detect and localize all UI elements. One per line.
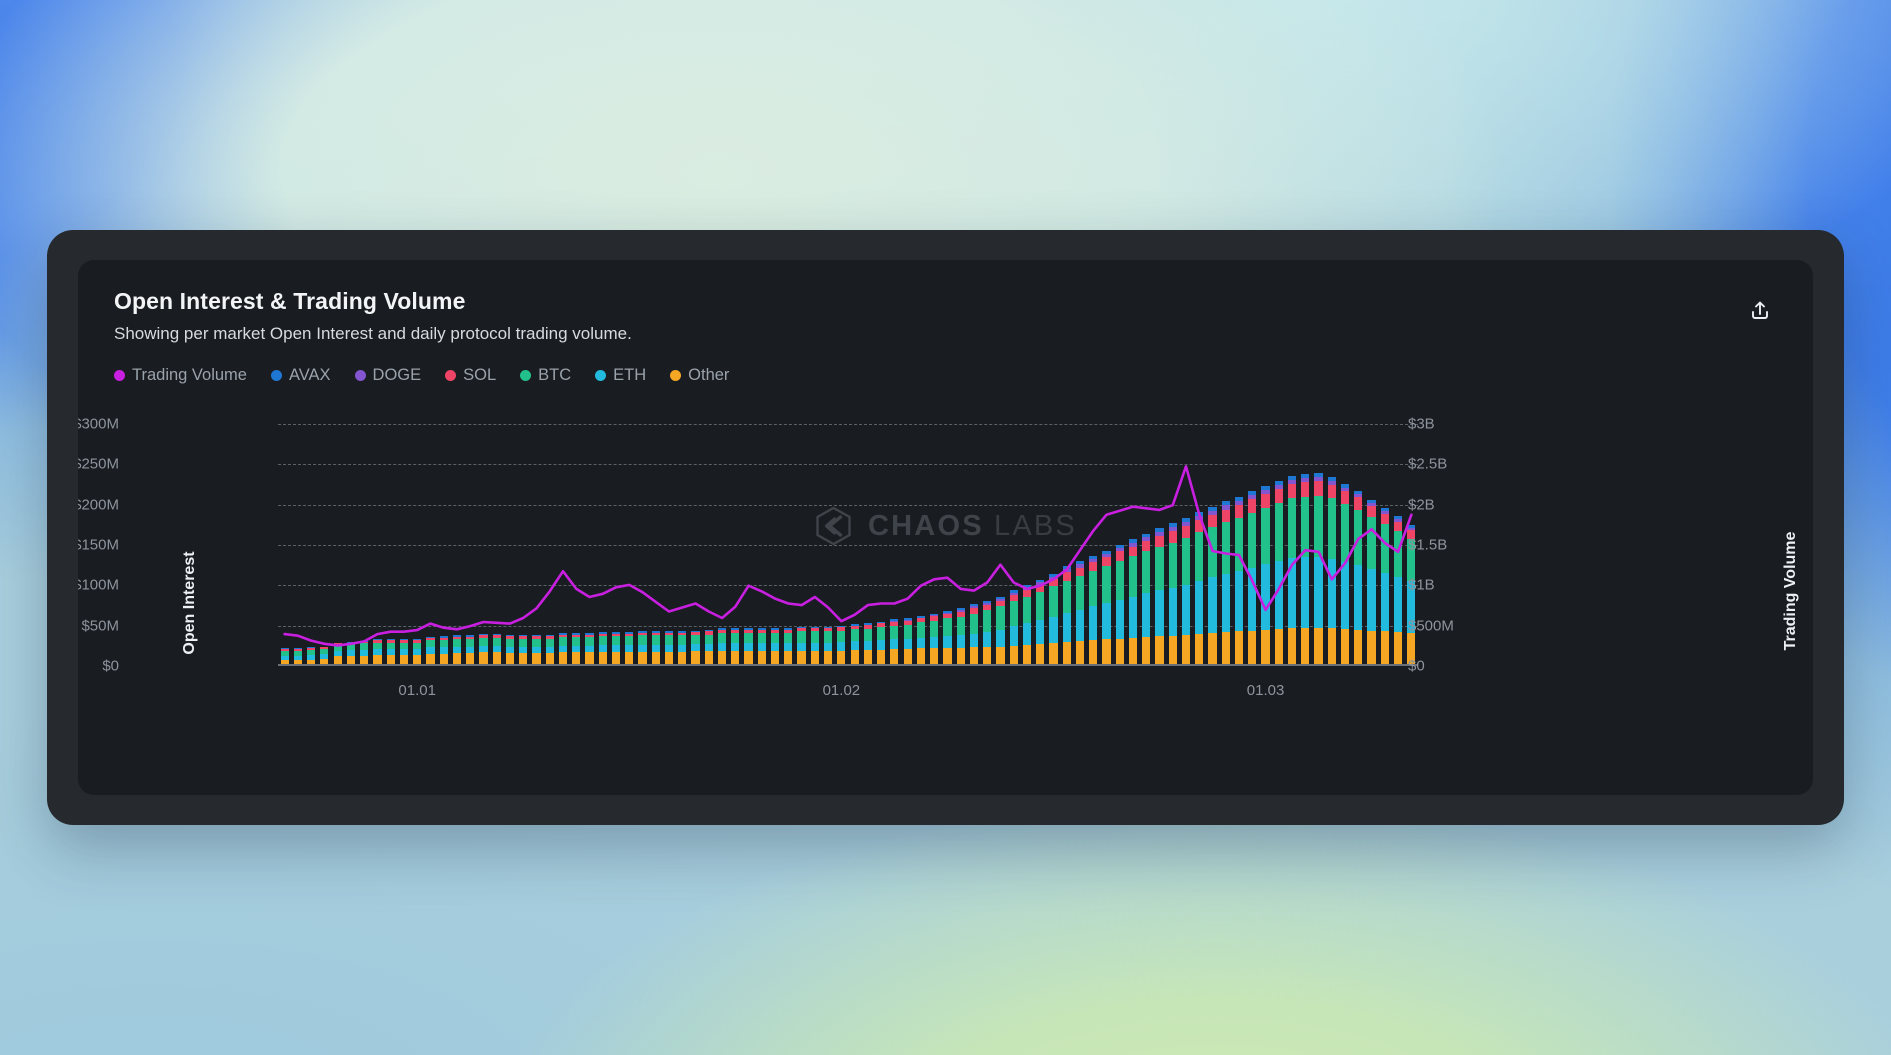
page-title: Open Interest & Trading Volume xyxy=(114,288,466,314)
y-tick-label-right: $0 xyxy=(1408,657,1425,675)
legend-swatch-icon xyxy=(114,370,125,381)
y-tick-label-left: $0 xyxy=(102,657,119,675)
y-tick-label-right: $2.5B xyxy=(1408,455,1448,473)
chart-panel: Open Interest & Trading Volume Showing p… xyxy=(78,260,1813,795)
y-axis-label-left: Open Interest xyxy=(181,550,198,655)
y-tick-label-right: $1.5B xyxy=(1408,536,1448,554)
card-header: Open Interest & Trading Volume Showing p… xyxy=(114,288,1777,344)
x-tick-label: 01.02 xyxy=(822,682,861,699)
y-tick-label-left: $150M xyxy=(78,536,119,554)
upload-icon xyxy=(1752,301,1768,319)
y-tick-label-left: $50M xyxy=(81,617,119,635)
legend-label: Trading Volume xyxy=(132,366,247,384)
y-tick-label-left: $200M xyxy=(78,496,119,514)
y-tick-label-left: $100M xyxy=(78,576,119,594)
export-button[interactable] xyxy=(1743,294,1777,328)
line-series-trading-volume xyxy=(283,465,1413,647)
y-tick-label-right: $2B xyxy=(1408,496,1435,514)
y-tick-label-left: $250M xyxy=(78,455,119,473)
x-tick-label: 01.03 xyxy=(1246,682,1285,699)
y-tick-label-right: $1B xyxy=(1408,576,1435,594)
trading-volume-line xyxy=(283,465,1413,647)
y-axis-label-right: Trading Volume xyxy=(1782,531,1799,651)
chart-area: Open Interest Trading Volume CHAOS LABS … xyxy=(78,410,1813,795)
plot-area xyxy=(278,424,1418,666)
card-subtitle: Showing per market Open Interest and dai… xyxy=(114,324,632,343)
x-tick-label: 01.01 xyxy=(398,682,436,699)
chart-card: Open Interest & Trading Volume Showing p… xyxy=(47,230,1844,825)
y-tick-label-left: $300M xyxy=(78,415,119,433)
y-tick-label-right: $500M xyxy=(1408,617,1454,635)
legend-item-trading-volume[interactable]: Trading Volume xyxy=(114,366,247,385)
y-tick-label-right: $3B xyxy=(1408,415,1435,433)
x-axis-line xyxy=(278,664,1418,666)
